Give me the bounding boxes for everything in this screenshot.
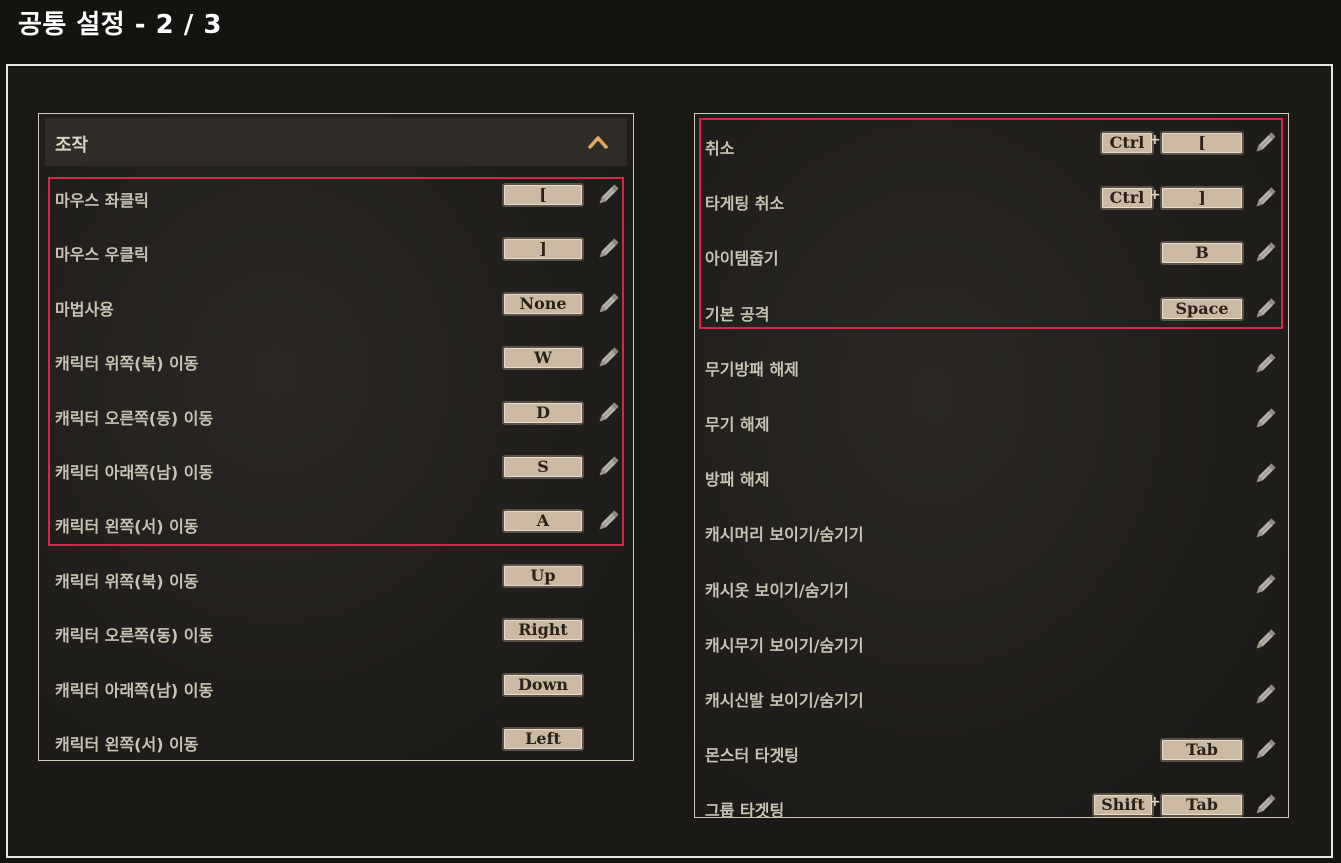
keybind-row[interactable]: 캐릭터 위쪽(북) 이동 Up <box>45 551 629 605</box>
pencil-icon[interactable] <box>1252 792 1278 818</box>
key-button[interactable]: None <box>502 291 584 316</box>
pencil-icon[interactable] <box>1252 572 1278 598</box>
action-label: 캐릭터 왼쪽(서) 이동 <box>55 517 199 537</box>
plus-sign: + <box>1149 187 1161 204</box>
action-label: 마우스 좌클릭 <box>55 191 149 210</box>
keybind-row[interactable]: 취소 Ctrl +[ <box>699 118 1284 172</box>
keybind-row[interactable]: 캐시신발 보이기/숨기기 <box>699 670 1284 724</box>
keybind-row[interactable]: 마우스 좌클릭 [ <box>45 170 629 224</box>
action-label: 캐시무기 보이기/숨기기 <box>705 635 864 655</box>
keybind-row[interactable]: 그룹 타겟팅 Shift + Tab <box>699 780 1284 834</box>
action-label: 마우스 우클릭 <box>55 245 149 265</box>
key-button[interactable]: Down <box>502 672 584 697</box>
key-button[interactable]: Tab <box>1160 793 1244 818</box>
keybind-row[interactable]: 무기방패 해제 <box>699 339 1284 393</box>
action-label: 방패 해제 <box>705 470 770 490</box>
action-label: 캐시신발 보이기/숨기기 <box>705 691 864 710</box>
action-label: 캐릭터 오른쪽(동) 이동 <box>55 626 214 646</box>
chevron-up-icon[interactable] <box>587 132 609 152</box>
pencil-icon[interactable] <box>595 508 621 534</box>
action-label: 캐시머리 보이기/숨기기 <box>705 525 864 545</box>
key-button[interactable]: [ <box>1160 131 1244 155</box>
pencil-icon[interactable] <box>1252 185 1278 211</box>
key-button[interactable]: A <box>502 509 584 534</box>
action-label: 캐릭터 오른쪽(동) 이동 <box>55 408 214 428</box>
pencil-icon[interactable] <box>595 291 621 317</box>
key-button[interactable]: ] <box>502 237 584 262</box>
action-label: 아이템줍기 <box>705 249 779 269</box>
page-title: 공통 설정 - 2 / 3 <box>18 10 222 40</box>
action-label: 캐시옷 보이기/숨기기 <box>705 580 849 600</box>
keybind-row[interactable]: 타게팅 취소 Ctrl +] <box>699 173 1284 227</box>
pencil-icon[interactable] <box>1252 296 1278 322</box>
pencil-icon[interactable] <box>1252 351 1278 377</box>
action-label: 캐릭터 왼쪽(서) 이동 <box>55 735 199 754</box>
keybind-row[interactable]: 캐릭터 아래쪽(남) 이동 Down <box>45 660 629 714</box>
modifier-key-button[interactable]: Ctrl <box>1100 186 1154 211</box>
keybind-row[interactable]: 기본 공격 Space <box>699 284 1284 338</box>
modifier-key-button[interactable]: Ctrl <box>1100 131 1154 155</box>
keybind-row[interactable]: 아이템줍기 B <box>699 228 1284 282</box>
keybind-row[interactable]: 캐릭터 오른쪽(동) 이동 D <box>45 388 629 442</box>
pencil-icon[interactable] <box>1252 461 1278 487</box>
pencil-icon[interactable] <box>1252 627 1278 653</box>
section-header-controls[interactable]: 조작 <box>45 118 627 166</box>
shortcuts-panel: 취소 Ctrl +[타게팅 취소 Ctrl +] 아이템줍기 B 기본 공격 Space 무기방패… <box>694 113 1289 820</box>
plus-sign: + <box>1149 132 1161 148</box>
key-button[interactable]: W <box>502 346 584 371</box>
keybind-row[interactable]: 캐시머리 보이기/숨기기 <box>699 504 1284 558</box>
keybind-row[interactable]: 캐릭터 아래쪽(남) 이동 S <box>45 442 629 496</box>
key-button[interactable]: D <box>502 400 584 425</box>
keybind-row[interactable]: 캐시무기 보이기/숨기기 <box>699 615 1284 669</box>
pencil-icon[interactable] <box>1252 516 1278 542</box>
pencil-icon[interactable] <box>595 236 621 262</box>
plus-sign: + <box>1149 794 1161 811</box>
keybind-row[interactable]: 몬스터 타겟팅 Tab <box>699 725 1284 779</box>
key-button[interactable]: Tab <box>1160 738 1244 763</box>
action-label: 그룹 타겟팅 <box>705 801 785 821</box>
keybind-row[interactable]: 캐시옷 보이기/숨기기 <box>699 560 1284 614</box>
pencil-icon[interactable] <box>595 400 621 426</box>
keybind-row[interactable]: 무기 해제 <box>699 394 1284 448</box>
action-label: 캐릭터 위쪽(북) 이동 <box>55 571 199 591</box>
keybind-row[interactable]: 방패 해제 <box>699 449 1284 503</box>
action-label: 몬스터 타겟팅 <box>705 746 799 766</box>
action-label: 무기방패 해제 <box>705 359 799 379</box>
action-label: 취소 <box>705 139 735 158</box>
key-button[interactable]: Left <box>502 727 584 751</box>
modifier-key-button[interactable]: Shift <box>1092 793 1154 818</box>
action-label: 무기 해제 <box>705 415 770 434</box>
keybind-row[interactable]: 마우스 우클릭] <box>45 224 629 278</box>
key-button[interactable]: Up <box>502 563 584 588</box>
pencil-icon[interactable] <box>595 454 621 480</box>
action-label: 기본 공격 <box>705 304 770 324</box>
key-button[interactable]: B <box>1160 241 1244 266</box>
pencil-icon[interactable] <box>1252 682 1278 708</box>
key-button[interactable]: [ <box>502 183 584 207</box>
keybind-row[interactable]: 마법사용 None <box>45 279 629 333</box>
key-button[interactable]: S <box>502 455 584 479</box>
keybind-row[interactable]: 캐릭터 왼쪽(서) 이동 Left <box>45 714 629 768</box>
action-label: 캐릭터 위쪽(북) 이동 <box>55 354 199 374</box>
key-button[interactable]: ] <box>1160 186 1244 211</box>
pencil-icon[interactable] <box>595 182 621 208</box>
key-button[interactable]: Space <box>1160 296 1244 321</box>
keybind-row[interactable]: 캐릭터 오른쪽(동) 이동 Right <box>45 605 629 659</box>
key-button[interactable]: Right <box>502 618 584 643</box>
keybind-row[interactable]: 캐릭터 위쪽(북) 이동 W <box>45 333 629 387</box>
action-label: 타게팅 취소 <box>705 194 785 214</box>
controls-panel: 조작 마우스 좌클릭 [ 마우스 우클릭] 마법사용 None 캐릭터 위쪽(북) 이동 W… <box>38 113 634 761</box>
section-title: 조작 <box>55 135 89 156</box>
action-label: 캐릭터 아래쪽(남) 이동 <box>55 463 214 482</box>
pencil-icon[interactable] <box>595 345 621 371</box>
pencil-icon[interactable] <box>1252 240 1278 266</box>
action-label: 마법사용 <box>55 299 114 319</box>
pencil-icon[interactable] <box>1252 737 1278 763</box>
keybind-row[interactable]: 캐릭터 왼쪽(서) 이동 A <box>45 496 629 550</box>
pencil-icon[interactable] <box>1252 406 1278 432</box>
action-label: 캐릭터 아래쪽(남) 이동 <box>55 680 214 700</box>
pencil-icon[interactable] <box>1252 130 1278 156</box>
